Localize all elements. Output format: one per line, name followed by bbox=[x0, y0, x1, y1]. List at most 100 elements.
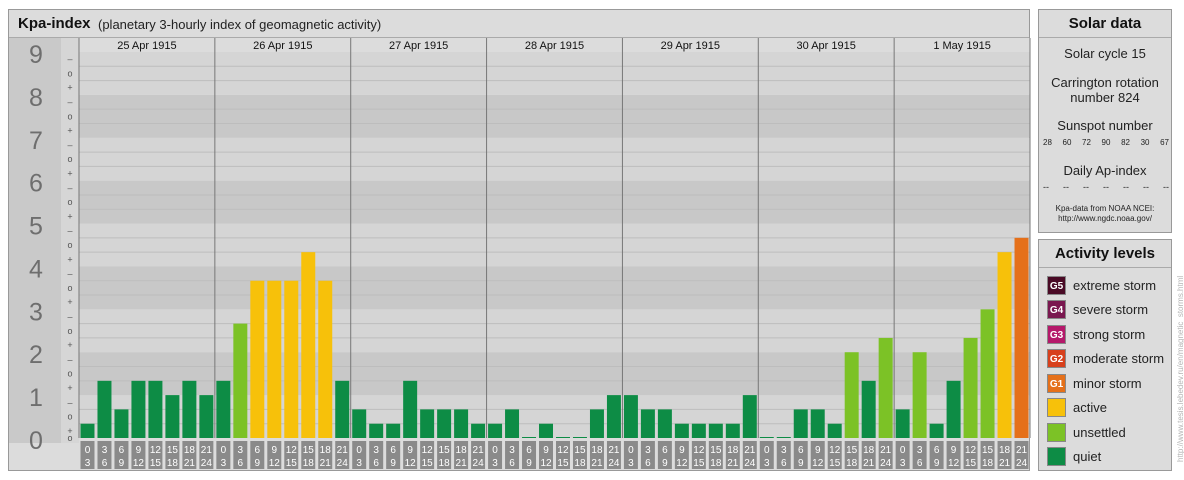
hour-end-label: 9 bbox=[390, 458, 396, 469]
activity-level-item: G2 moderate storm bbox=[1047, 349, 1164, 368]
kpa-bar bbox=[810, 409, 825, 438]
activity-level-swatch bbox=[1047, 422, 1066, 442]
ap-index-value: -- bbox=[1143, 182, 1149, 192]
hour-start-label: 6 bbox=[526, 445, 532, 456]
hour-start-label: 3 bbox=[781, 445, 787, 456]
hour-end-label: 18 bbox=[982, 458, 994, 469]
source-url: http://www.ngdc.noaa.gov/ bbox=[1058, 214, 1152, 223]
hour-start-label: 3 bbox=[645, 445, 651, 456]
y-sub-tick: – bbox=[67, 183, 72, 193]
hour-start-label: 18 bbox=[456, 445, 468, 456]
kpa-bar bbox=[556, 437, 570, 438]
activity-level-swatch: G2 bbox=[1047, 349, 1066, 368]
hour-start-label: 18 bbox=[727, 445, 739, 456]
y-tick-label: 4 bbox=[29, 255, 43, 283]
kpa-bar bbox=[318, 280, 333, 438]
kpa-bar bbox=[674, 423, 689, 438]
y-tick-label: 6 bbox=[29, 170, 43, 198]
activity-levels-title: Activity levels bbox=[1039, 240, 1171, 268]
kpa-bar bbox=[488, 423, 503, 438]
hour-end-label: 9 bbox=[255, 458, 261, 469]
kpa-bar bbox=[539, 423, 553, 438]
activity-levels-panel: Activity levels G5 extreme storm G4 severe … bbox=[1038, 239, 1172, 471]
hour-end-label: 12 bbox=[948, 458, 960, 469]
hour-start-label: 21 bbox=[337, 445, 349, 456]
y-sub-tick: + bbox=[67, 340, 72, 350]
kpa-bar bbox=[793, 409, 808, 438]
kpa-bar bbox=[1014, 237, 1029, 438]
kpa-bar bbox=[963, 337, 978, 438]
day-label: 26 Apr 1915 bbox=[253, 40, 312, 52]
hour-end-label: 18 bbox=[846, 458, 858, 469]
hour-end-label: 6 bbox=[509, 458, 515, 469]
kpa-bar bbox=[657, 409, 672, 438]
activity-level-label: quiet bbox=[1073, 449, 1102, 464]
hour-start-label: 18 bbox=[999, 445, 1011, 456]
ap-index-value: -- bbox=[1103, 182, 1109, 192]
y-tick-label: 8 bbox=[29, 84, 43, 112]
hour-start-label: 6 bbox=[390, 445, 396, 456]
y-sub-tick: + bbox=[67, 254, 72, 264]
hour-start-label: 0 bbox=[492, 445, 498, 456]
kpa-bar bbox=[929, 423, 944, 438]
y-sub-tick: + bbox=[67, 83, 72, 93]
activity-level-item: G3 strong storm bbox=[1047, 324, 1146, 344]
hour-end-label: 18 bbox=[303, 458, 315, 469]
hour-end-label: 9 bbox=[798, 458, 804, 469]
y-sub-tick: + bbox=[67, 211, 72, 221]
activity-level-item: G1 minor storm bbox=[1047, 373, 1142, 393]
kpa-bar bbox=[199, 395, 214, 438]
ap-index-value: -- bbox=[1123, 182, 1129, 192]
hour-end-label: 9 bbox=[934, 458, 940, 469]
y-tick-label: 2 bbox=[29, 341, 43, 369]
hour-end-label: 24 bbox=[880, 458, 892, 469]
activity-level-label: extreme storm bbox=[1073, 277, 1157, 293]
y-sub-tick: – bbox=[67, 54, 72, 64]
hour-end-label: 15 bbox=[693, 458, 705, 469]
hour-end-label: 15 bbox=[150, 458, 162, 469]
y-sub-tick: + bbox=[67, 169, 72, 179]
hour-start-label: 0 bbox=[85, 445, 91, 456]
hour-end-label: 15 bbox=[422, 458, 434, 469]
hour-end-label: 24 bbox=[337, 458, 349, 469]
activity-level-label: minor storm bbox=[1073, 375, 1142, 391]
day-label: 25 Apr 1915 bbox=[117, 40, 176, 52]
hour-end-label: 3 bbox=[764, 458, 770, 469]
kpa-bar bbox=[606, 395, 621, 438]
y-tick-label: 9 bbox=[29, 41, 43, 69]
kpa-bar bbox=[97, 380, 112, 438]
y-sub-tick: o bbox=[67, 111, 72, 121]
hour-start-label: 3 bbox=[373, 445, 379, 456]
kpa-bar bbox=[233, 323, 248, 438]
solar-data-title: Solar data bbox=[1039, 10, 1171, 38]
sunspot-value: 30 bbox=[1140, 138, 1150, 147]
activity-level-label: severe storm bbox=[1073, 302, 1149, 317]
hour-end-label: 21 bbox=[456, 458, 468, 469]
grid-band bbox=[79, 94, 1030, 138]
kpa-bar bbox=[691, 423, 706, 438]
hour-start-label: 15 bbox=[439, 445, 451, 456]
hour-end-label: 9 bbox=[526, 458, 532, 469]
hour-end-label: 9 bbox=[662, 458, 668, 469]
hour-start-label: 18 bbox=[863, 445, 875, 456]
kpa-bar-chart: 25 Apr 1915 26 Apr 1915 27 Apr 1915 28 Apr … bbox=[9, 38, 1031, 469]
hour-end-label: 6 bbox=[238, 458, 244, 469]
sunspot-values: 28 60 72 90 82 30 67 bbox=[1043, 138, 1169, 147]
sunspot-value: 82 bbox=[1121, 138, 1130, 147]
hour-end-label: 18 bbox=[710, 458, 722, 469]
kpa-bar bbox=[437, 409, 452, 438]
kpa-bar bbox=[505, 409, 520, 438]
hour-end-label: 21 bbox=[999, 458, 1011, 469]
day-label: 29 Apr 1915 bbox=[661, 40, 720, 52]
y-tick-label: 7 bbox=[29, 127, 43, 155]
hour-start-label: 3 bbox=[238, 445, 244, 456]
kpa-bar bbox=[589, 409, 604, 438]
hour-start-label: 0 bbox=[628, 445, 634, 456]
hour-end-label: 3 bbox=[492, 458, 498, 469]
activity-level-label: strong storm bbox=[1073, 326, 1146, 342]
kpa-bar bbox=[522, 437, 537, 438]
hour-start-label: 12 bbox=[829, 445, 841, 456]
source-note: Kpa-data from NOAA NCEI: bbox=[1055, 204, 1155, 213]
kpa-bar bbox=[148, 380, 163, 438]
sunspot-title: Sunspot number bbox=[1057, 118, 1153, 133]
